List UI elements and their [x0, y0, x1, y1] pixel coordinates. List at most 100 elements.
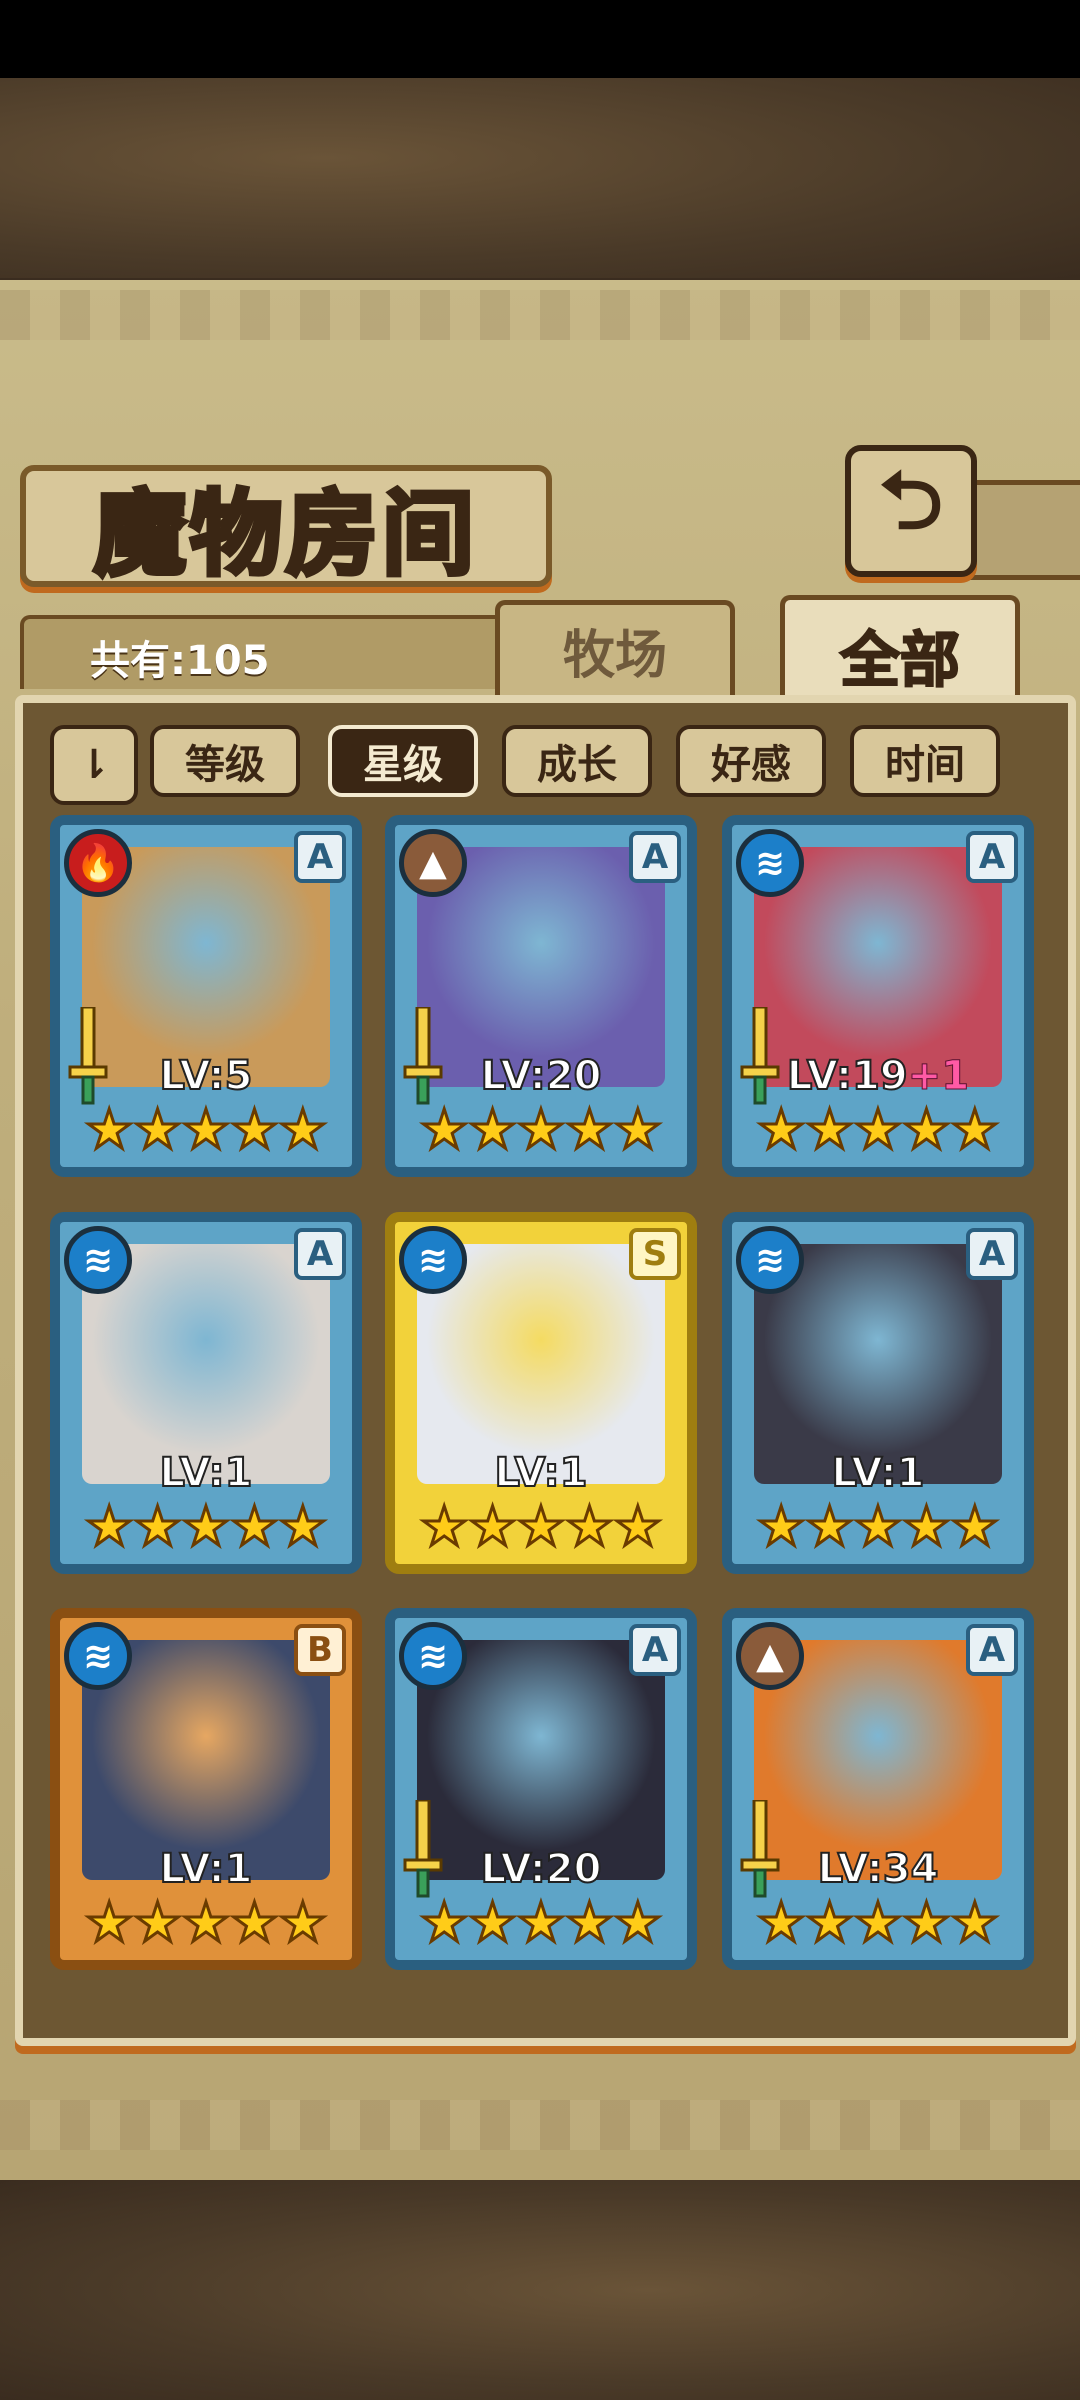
star-icon: ★ [755, 1098, 806, 1161]
star-icon: ★ [515, 1891, 566, 1954]
star-icon: ★ [949, 1891, 1000, 1954]
star-icon: ★ [83, 1891, 134, 1954]
star-icon: ★ [277, 1891, 328, 1954]
monster-level: LV:20 [480, 1845, 603, 1893]
star-rating: ★ ★ ★ ★ ★ [732, 1892, 1024, 1954]
filter-affection-button[interactable]: 好感 [676, 725, 826, 797]
star-icon: ★ [564, 1495, 615, 1558]
star-icon: ★ [515, 1098, 566, 1161]
monster-level: LV:20 [480, 1052, 603, 1100]
rank-badge: A [294, 831, 346, 883]
status-bar [0, 0, 1080, 78]
star-icon: ★ [901, 1495, 952, 1558]
sort-order-icon: ⇂ [77, 742, 111, 788]
tab-ranch[interactable]: 牧场 [495, 600, 735, 695]
star-icon: ★ [612, 1891, 663, 1954]
background-map-bottom [0, 2180, 1080, 2400]
monster-level: LV:34 [817, 1845, 940, 1893]
monster-card[interactable]: ≋ B LV:1 ★ ★ ★ ★ ★ [50, 1608, 362, 1970]
star-icon: ★ [901, 1098, 952, 1161]
star-rating: ★ ★ ★ ★ ★ [60, 1892, 352, 1954]
star-icon: ★ [901, 1891, 952, 1954]
star-icon: ★ [180, 1891, 231, 1954]
star-icon: ★ [132, 1495, 183, 1558]
star-icon: ★ [949, 1495, 1000, 1558]
decor-zigzag-top [0, 290, 1080, 340]
star-icon: ★ [755, 1891, 806, 1954]
monster-card[interactable]: ≋ A LV:1 ★ ★ ★ ★ ★ [722, 1212, 1034, 1574]
star-icon: ★ [229, 1098, 280, 1161]
star-icon: ★ [83, 1495, 134, 1558]
star-rating: ★ ★ ★ ★ ★ [395, 1099, 687, 1161]
back-rail [960, 480, 1080, 580]
star-icon: ★ [180, 1098, 231, 1161]
rank-badge: A [966, 1228, 1018, 1280]
star-icon: ★ [467, 1098, 518, 1161]
star-icon: ★ [515, 1495, 566, 1558]
monster-level: LV:1 [159, 1449, 254, 1497]
star-icon: ★ [229, 1891, 280, 1954]
monster-card[interactable]: ▲ A LV:34 ★ ★ ★ ★ ★ [722, 1608, 1034, 1970]
water-element-icon: ≋ [736, 1226, 804, 1294]
filter-growth-button[interactable]: 成长 [502, 725, 652, 797]
star-icon: ★ [277, 1495, 328, 1558]
star-icon: ★ [132, 1098, 183, 1161]
monster-level: LV:19+1 [786, 1052, 970, 1100]
filter-stars-button[interactable]: 星级 [328, 725, 478, 797]
star-icon: ★ [804, 1098, 855, 1161]
rank-badge: B [294, 1624, 346, 1676]
monster-level: LV:1 [159, 1845, 254, 1893]
star-icon: ★ [418, 1495, 469, 1558]
monster-card[interactable]: ▲ A LV:20 ★ ★ ★ ★ ★ [385, 815, 697, 1177]
sort-order-toggle[interactable]: ⇂ [50, 725, 138, 805]
star-rating: ★ ★ ★ ★ ★ [60, 1496, 352, 1558]
star-icon: ★ [612, 1495, 663, 1558]
decor-zigzag-bottom [0, 2100, 1080, 2150]
star-icon: ★ [804, 1495, 855, 1558]
star-icon: ★ [418, 1098, 469, 1161]
filter-affection-label: 好感 [711, 742, 791, 788]
tab-all[interactable]: 全部 [780, 595, 1020, 710]
star-icon: ★ [564, 1891, 615, 1954]
filter-level-button[interactable]: 等级 [150, 725, 300, 797]
level-bonus: +1 [907, 1053, 970, 1100]
star-icon: ★ [949, 1098, 1000, 1161]
star-icon: ★ [564, 1098, 615, 1161]
water-element-icon: ≋ [399, 1226, 467, 1294]
rank-badge: A [629, 831, 681, 883]
rank-badge: A [629, 1624, 681, 1676]
monster-level: LV:1 [831, 1449, 926, 1497]
filter-stars-label: 星级 [363, 742, 443, 788]
sort-filter-row: ⇂ 等级 星级 成长 好感 时间 [50, 725, 1010, 805]
page-title: 魔物房间 [91, 478, 478, 590]
star-rating: ★ ★ ★ ★ ★ [60, 1099, 352, 1161]
rank-badge: A [294, 1228, 346, 1280]
monster-card[interactable]: ≋ A LV:20 ★ ★ ★ ★ ★ [385, 1608, 697, 1970]
monster-level: LV:1 [494, 1449, 589, 1497]
monster-card[interactable]: ≋ A LV:19+1 ★ ★ ★ ★ ★ [722, 815, 1034, 1177]
earth-element-icon: ▲ [736, 1622, 804, 1690]
star-icon: ★ [180, 1495, 231, 1558]
star-icon: ★ [852, 1098, 903, 1161]
water-element-icon: ≋ [64, 1622, 132, 1690]
monster-level: LV:5 [159, 1052, 254, 1100]
monster-card[interactable]: ≋ S LV:1 ★ ★ ★ ★ ★ [385, 1212, 697, 1574]
star-icon: ★ [804, 1891, 855, 1954]
star-icon: ★ [277, 1098, 328, 1161]
star-icon: ★ [418, 1891, 469, 1954]
back-button[interactable]: ⮌ [845, 445, 977, 577]
star-icon: ★ [755, 1495, 806, 1558]
star-icon: ★ [83, 1098, 134, 1161]
star-icon: ★ [467, 1495, 518, 1558]
star-rating: ★ ★ ★ ★ ★ [732, 1099, 1024, 1161]
monster-card[interactable]: 🔥 A LV:5 ★ ★ ★ ★ ★ [50, 815, 362, 1177]
star-rating: ★ ★ ★ ★ ★ [395, 1892, 687, 1954]
tab-all-label: 全部 [839, 625, 961, 697]
star-rating: ★ ★ ★ ★ ★ [395, 1496, 687, 1558]
monster-card[interactable]: ≋ A LV:1 ★ ★ ★ ★ ★ [50, 1212, 362, 1574]
water-element-icon: ≋ [736, 829, 804, 897]
filter-time-button[interactable]: 时间 [850, 725, 1000, 797]
star-icon: ★ [612, 1098, 663, 1161]
water-element-icon: ≋ [399, 1622, 467, 1690]
fire-element-icon: 🔥 [64, 829, 132, 897]
